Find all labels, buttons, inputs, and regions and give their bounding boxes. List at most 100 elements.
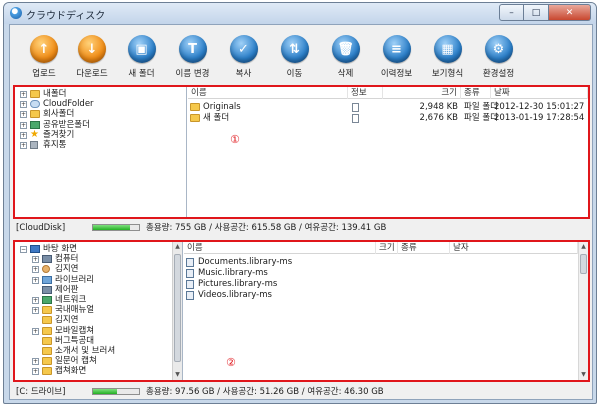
scroll-thumb[interactable]: [174, 254, 181, 362]
net-icon: [42, 296, 52, 304]
expand-icon[interactable]: +: [20, 131, 27, 139]
history-icon: ≡: [382, 35, 411, 63]
column-type[interactable]: 종류: [398, 242, 450, 254]
maximize-button[interactable]: □: [524, 4, 549, 21]
column-size[interactable]: 크기: [383, 87, 461, 99]
library-file-icon: [186, 258, 194, 267]
copy-icon: ✓: [229, 35, 258, 63]
scroll-down-arrow[interactable]: ▼: [579, 370, 588, 380]
file-name: Documents.library-ms: [198, 257, 293, 267]
expand-icon[interactable]: +: [32, 327, 39, 335]
expand-icon[interactable]: +: [20, 121, 27, 129]
cloud-icon: [30, 100, 40, 109]
file-name: Originals: [203, 102, 241, 112]
local-file-list[interactable]: 이름 크기 종류 날자 Documents.library-ms Music.li…: [184, 242, 588, 380]
file-name: Music.library-ms: [198, 268, 268, 278]
toolbar-label: 다운로드: [76, 69, 108, 79]
title-bar[interactable]: クラウドディスク – □ ✕: [4, 3, 596, 24]
expand-icon[interactable]: +: [20, 142, 27, 149]
copy-button[interactable]: ✓ 복사: [218, 25, 269, 85]
new-folder-icon: ▣: [127, 35, 156, 63]
column-type[interactable]: 종류: [461, 87, 491, 99]
column-date[interactable]: 날짜: [491, 87, 588, 99]
close-button[interactable]: ✕: [549, 4, 591, 21]
table-row[interactable]: Music.library-ms: [184, 268, 588, 279]
table-row[interactable]: Originals 2,948 KB 파일 폴더 2012-12-30 15:01:2…: [188, 102, 588, 113]
tree-item-label: 캡쳐화면: [55, 366, 87, 377]
info-icon[interactable]: [352, 114, 359, 123]
history-button[interactable]: ≡ 이력정보: [371, 25, 422, 85]
tree-item[interactable]: + 캡쳐화면: [15, 366, 172, 377]
download-button[interactable]: ↓ 다운로드: [68, 25, 116, 85]
cloud-usage-fill: [93, 225, 131, 230]
table-row[interactable]: Documents.library-ms: [184, 257, 588, 268]
file-date: 2013-01-19 17:28:54: [494, 113, 585, 123]
user-icon: [42, 265, 50, 274]
column-info[interactable]: 정보: [348, 87, 383, 99]
expand-icon[interactable]: +: [32, 276, 39, 284]
local-panel: ▲ ▼ − 바탕 화면 + 컴퓨터 + 김지연 + 라이브러리 제어판 + 네트워크 + 국내매뉴얼 김지…: [13, 240, 590, 382]
app-icon: [10, 7, 22, 19]
cloud-capacity-text: 총용량: 755 GB / 사용공간: 615.58 GB / 여유공간: 13…: [146, 223, 387, 233]
scroll-down-arrow[interactable]: ▼: [173, 370, 182, 380]
tree-item[interactable]: + 휴지통: [15, 140, 176, 151]
local-list-header: 이름 크기 종류 날자: [184, 242, 588, 254]
scroll-up-arrow[interactable]: ▲: [579, 242, 588, 252]
local-folder-tree[interactable]: ▲ ▼ − 바탕 화면 + 컴퓨터 + 김지연 + 라이브러리 제어판 + 네트워크 + 국내매뉴얼 김지…: [15, 242, 183, 380]
list-scrollbar[interactable]: ▲ ▼: [578, 242, 588, 380]
toolbar-label: 이동: [286, 69, 303, 79]
toolbar-label: 복사: [235, 69, 252, 79]
file-type: 파일 폴더: [464, 102, 498, 112]
local-usage-bar: [92, 388, 140, 395]
delete-button[interactable]: 🗑 삭제: [320, 25, 371, 85]
expand-icon[interactable]: +: [32, 256, 39, 264]
table-row[interactable]: Videos.library-ms: [184, 290, 588, 301]
column-name[interactable]: 이름: [184, 242, 376, 254]
download-icon: ↓: [78, 35, 106, 63]
toolbar-label: 환경설정: [482, 69, 515, 79]
expand-icon[interactable]: +: [32, 307, 39, 315]
tree-scrollbar[interactable]: ▲ ▼: [172, 242, 182, 380]
column-date[interactable]: 날자: [450, 242, 578, 254]
folder-icon: [190, 103, 200, 111]
upload-button[interactable]: ↑ 업로드: [20, 25, 68, 85]
folder-icon: [42, 357, 52, 366]
settings-icon: ⚙: [484, 35, 513, 63]
folder-icon: [42, 347, 52, 355]
table-row[interactable]: Pictures.library-ms: [184, 279, 588, 290]
cloud-file-list[interactable]: 이름 정보 크기 종류 날짜 Originals 2,948 KB 파일 폴더 201…: [188, 87, 588, 217]
toolbar-label: 업로드: [32, 69, 56, 79]
expand-icon[interactable]: +: [20, 101, 27, 109]
minimize-button[interactable]: –: [499, 4, 524, 21]
toolbar-label: 이력정보: [380, 69, 413, 79]
info-icon[interactable]: [352, 103, 359, 112]
new-folder-button[interactable]: ▣ 새 폴더: [116, 25, 167, 85]
library-file-icon: [186, 291, 194, 300]
settings-button[interactable]: ⚙ 환경설정: [473, 25, 524, 85]
toolbar: ↑ 업로드 ↓ 다운로드 ▣ 새 폴더 T 이름 변경 ✓ 복사 ⇅ 이동 🗑 삭제 ≡ 이력정보 ▦ 보기형식 ⚙…: [10, 25, 592, 85]
cloud-usage-bar: [92, 224, 140, 231]
scroll-thumb[interactable]: [580, 254, 587, 274]
folder-icon: [42, 336, 52, 345]
move-button[interactable]: ⇅ 이동: [269, 25, 320, 85]
local-capacity-text: 총용량: 97.56 GB / 사용공간: 51.26 GB / 여유공간: 4…: [146, 387, 384, 397]
expand-icon[interactable]: +: [32, 368, 39, 376]
collapse-icon[interactable]: −: [20, 246, 27, 253]
region-marker-1: ①: [230, 133, 240, 146]
expand-icon[interactable]: +: [20, 111, 27, 119]
column-size[interactable]: 크기: [376, 242, 398, 254]
expand-icon[interactable]: +: [32, 297, 39, 304]
view-button[interactable]: ▦ 보기형식: [422, 25, 473, 85]
cloud-panel: + 내폴더 + CloudFolder + 회사폴더 + 공유받은폴더 + ★ 즐겨찾기 + 휴지통 이…: [13, 85, 590, 219]
toolbar-label: 보기형식: [431, 69, 464, 79]
folder-icon: [190, 114, 200, 122]
expand-icon[interactable]: +: [32, 358, 39, 366]
cloud-folder-tree[interactable]: + 내폴더 + CloudFolder + 회사폴더 + 공유받은폴더 + ★ 즐겨찾기 + 휴지통: [15, 87, 187, 217]
table-row[interactable]: 새 폴더 2,676 KB 파일 폴더 2013-01-19 17:28:54: [188, 113, 588, 124]
rename-button[interactable]: T 이름 변경: [167, 25, 218, 85]
scroll-up-arrow[interactable]: ▲: [173, 242, 182, 252]
file-size: 2,948 KB: [419, 102, 458, 112]
expand-icon[interactable]: +: [20, 91, 27, 98]
expand-icon[interactable]: +: [32, 266, 39, 274]
column-name[interactable]: 이름: [188, 87, 348, 99]
